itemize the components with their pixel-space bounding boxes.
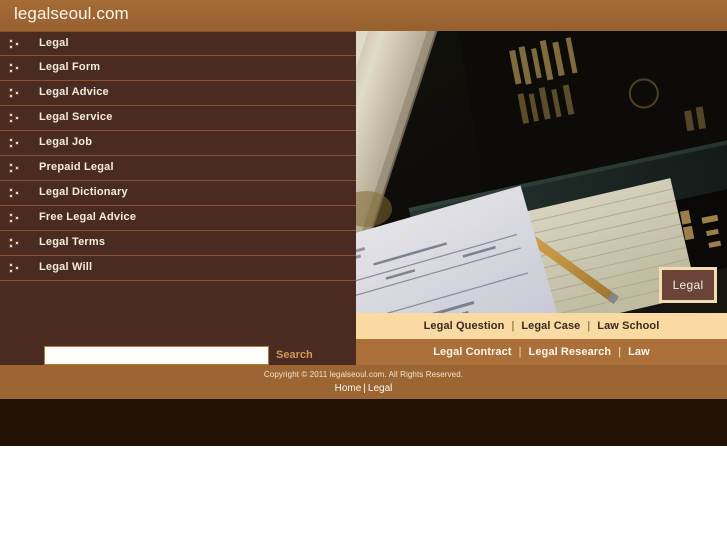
site-footer: Copyright © 2011 legalseoul.com. All Rig… bbox=[0, 365, 727, 399]
bottom-band bbox=[0, 399, 727, 446]
legal-badge-label: Legal bbox=[672, 278, 704, 292]
link-separator: | bbox=[587, 320, 591, 332]
sidebar-item-legal-dictionary[interactable]: Legal Dictionary bbox=[0, 181, 356, 206]
sidebar-item-legal-form[interactable]: Legal Form bbox=[0, 56, 356, 81]
sidebar-nav-list: Legal Legal Form Legal Advice Legal Serv… bbox=[0, 31, 356, 281]
link-legal-contract[interactable]: Legal Contract bbox=[433, 346, 511, 358]
page-whitespace bbox=[0, 446, 727, 545]
three-squares-bullet-icon bbox=[9, 138, 22, 149]
search-button[interactable]: Search bbox=[276, 349, 313, 361]
main-content: Legal Legal Form Legal Advice Legal Serv… bbox=[0, 31, 727, 365]
footer-link-legal[interactable]: Legal bbox=[368, 383, 392, 394]
secondary-link-bar: Legal Contract | Legal Research | Law bbox=[356, 339, 727, 365]
sidebar-item-label: Legal Advice bbox=[39, 86, 109, 98]
sidebar-item-legal-advice[interactable]: Legal Advice bbox=[0, 81, 356, 106]
three-squares-bullet-icon bbox=[9, 39, 22, 50]
sidebar-item-label: Free Legal Advice bbox=[39, 211, 137, 223]
site-title: legalseoul.com bbox=[14, 4, 129, 23]
three-squares-bullet-icon bbox=[9, 238, 22, 249]
hero-column: Legal Legal Question | Legal Case | Law … bbox=[356, 31, 727, 365]
sidebar-item-label: Legal Will bbox=[39, 261, 93, 273]
link-legal-research[interactable]: Legal Research bbox=[529, 346, 612, 358]
link-law-school[interactable]: Law School bbox=[597, 320, 659, 332]
sidebar-item-label: Legal bbox=[39, 37, 69, 49]
sidebar-item-label: Legal Terms bbox=[39, 236, 106, 248]
sidebar-item-legal-terms[interactable]: Legal Terms bbox=[0, 231, 356, 256]
sidebar-item-label: Legal Form bbox=[39, 61, 101, 73]
sidebar-item-label: Legal Service bbox=[39, 111, 113, 123]
sidebar-item-legal-job[interactable]: Legal Job bbox=[0, 131, 356, 156]
hero-image: Legal bbox=[356, 31, 727, 313]
primary-link-bar: Legal Question | Legal Case | Law School bbox=[356, 313, 727, 339]
search-area: Search bbox=[0, 314, 356, 365]
sidebar-item-legal[interactable]: Legal bbox=[0, 31, 356, 56]
link-law[interactable]: Law bbox=[628, 346, 650, 358]
three-squares-bullet-icon bbox=[9, 163, 22, 174]
link-legal-question[interactable]: Legal Question bbox=[424, 320, 505, 332]
link-separator: | bbox=[511, 320, 515, 332]
sidebar-item-legal-service[interactable]: Legal Service bbox=[0, 106, 356, 131]
link-legal-case[interactable]: Legal Case bbox=[521, 320, 580, 332]
three-squares-bullet-icon bbox=[9, 263, 22, 274]
three-squares-bullet-icon bbox=[9, 63, 22, 74]
link-separator: | bbox=[618, 346, 622, 358]
three-squares-bullet-icon bbox=[9, 213, 22, 224]
copyright-text: Copyright © 2011 legalseoul.com. All Rig… bbox=[263, 370, 464, 379]
search-input[interactable] bbox=[44, 346, 269, 365]
legal-badge: Legal bbox=[659, 267, 717, 303]
link-separator: | bbox=[518, 346, 522, 358]
footer-link-home[interactable]: Home bbox=[335, 383, 362, 394]
site-header: legalseoul.com bbox=[0, 0, 727, 31]
sidebar-item-label: Prepaid Legal bbox=[39, 161, 114, 173]
footer-link-separator: | bbox=[363, 383, 366, 394]
page-root: legalseoul.com Legal Legal Form Legal Ad… bbox=[0, 0, 727, 545]
sidebar-item-free-legal-advice[interactable]: Free Legal Advice bbox=[0, 206, 356, 231]
footer-links: Home | Legal bbox=[0, 379, 727, 394]
sidebar-nav: Legal Legal Form Legal Advice Legal Serv… bbox=[0, 31, 356, 365]
three-squares-bullet-icon bbox=[9, 88, 22, 99]
sidebar-item-label: Legal Job bbox=[39, 136, 93, 148]
sidebar-item-prepaid-legal[interactable]: Prepaid Legal bbox=[0, 156, 356, 181]
three-squares-bullet-icon bbox=[9, 188, 22, 199]
sidebar-item-legal-will[interactable]: Legal Will bbox=[0, 256, 356, 281]
three-squares-bullet-icon bbox=[9, 113, 22, 124]
sidebar-item-label: Legal Dictionary bbox=[39, 186, 128, 198]
